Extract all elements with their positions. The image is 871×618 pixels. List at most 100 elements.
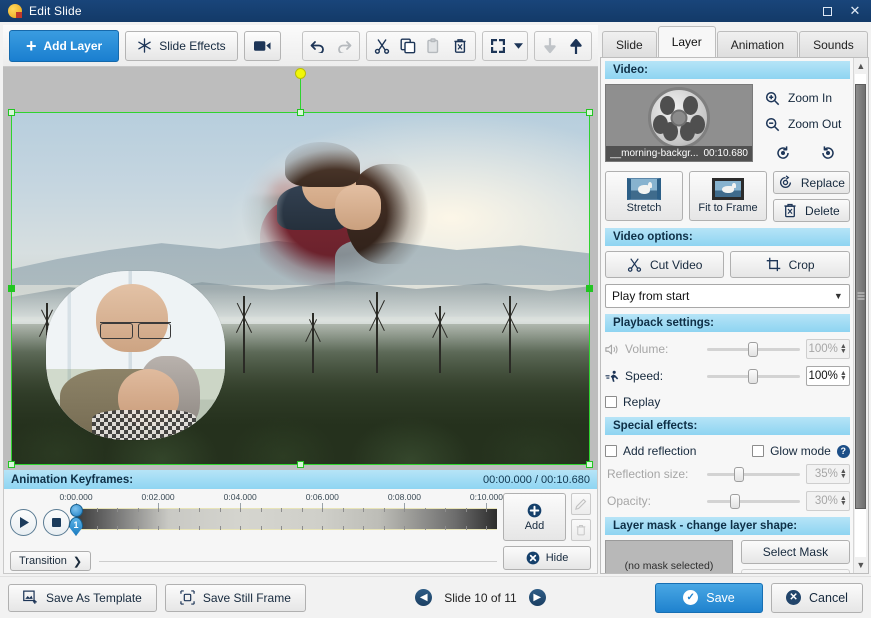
select-mask-label: Select Mask: [762, 545, 829, 559]
previous-slide-button[interactable]: ◀: [415, 589, 433, 606]
crop-button[interactable]: Crop: [730, 251, 850, 278]
opacity-slider[interactable]: [707, 493, 800, 509]
scissors-icon: [627, 257, 642, 272]
volume-value: 100%: [808, 343, 838, 355]
volume-slider[interactable]: [707, 341, 800, 357]
video-options-row: Cut Video Crop: [605, 251, 850, 278]
speed-value: 100%: [808, 370, 838, 382]
opacity-spinner[interactable]: 30% ▲ ▼: [805, 491, 850, 511]
delete-layer-button[interactable]: Delete: [773, 199, 850, 222]
speed-value-spinner[interactable]: 100% ▲ ▼: [805, 366, 850, 386]
rotate-counterclockwise-button[interactable]: [770, 141, 796, 165]
ruler-label: 0:02.000: [141, 492, 175, 502]
fullscreen-button[interactable]: [485, 33, 511, 59]
strip-tick: [137, 508, 139, 512]
keyframes-header: Animation Keyframes: 00:00.000 / 00:10.6…: [4, 470, 597, 489]
fit-buttons-row: Stretch Fit to Frame Replace Delete: [605, 171, 850, 222]
add-reflection-checkbox[interactable]: [605, 445, 617, 457]
mask-preview[interactable]: (no mask selected): [605, 540, 733, 573]
strip-tick: [178, 526, 180, 530]
layer-photo-older-couple[interactable]: [45, 270, 226, 441]
scroll-down-icon[interactable]: ▼: [856, 558, 865, 572]
add-keyframe-label: Add: [524, 519, 545, 532]
play-mode-select[interactable]: Play from start ▼: [605, 284, 850, 308]
strip-tick: [424, 526, 426, 530]
select-mask-button[interactable]: Select Mask: [741, 540, 850, 564]
close-button[interactable]: ✕: [841, 1, 869, 21]
frame-icon: [180, 590, 195, 605]
scroll-up-icon[interactable]: ▲: [856, 59, 865, 73]
strip-tick: [199, 508, 201, 512]
save-still-frame-button[interactable]: Save Still Frame: [164, 583, 306, 612]
paste-button[interactable]: [421, 33, 447, 59]
cut-button[interactable]: [369, 33, 395, 59]
replace-label: Replace: [800, 175, 845, 190]
tab-layer[interactable]: Layer: [657, 26, 716, 57]
fullscreen-dropdown[interactable]: [511, 33, 525, 59]
glow-mode-checkbox[interactable]: [752, 445, 765, 457]
keyframe-marker-label: 1: [73, 520, 79, 530]
replay-checkbox[interactable]: [605, 396, 617, 408]
tab-label: Animation: [730, 37, 785, 52]
scrollbar-thumb[interactable]: [855, 83, 867, 509]
rotation-handle[interactable]: [295, 68, 306, 79]
zoom-in-button[interactable]: Zoom In: [761, 86, 850, 110]
replay-row[interactable]: Replay: [605, 391, 850, 413]
add-layer-button[interactable]: + Add Layer: [9, 29, 120, 62]
tab-animation[interactable]: Animation: [716, 31, 799, 57]
x-circle-icon: ✕: [786, 590, 802, 605]
move-down-button[interactable]: [537, 33, 563, 59]
stop-button[interactable]: [43, 509, 70, 536]
stretch-button[interactable]: Stretch: [605, 171, 683, 221]
undo-button[interactable]: [305, 33, 331, 59]
speed-slider[interactable]: [707, 368, 800, 384]
copy-button[interactable]: [395, 33, 421, 59]
transition-button[interactable]: Transition ❯: [10, 551, 92, 571]
next-slide-button[interactable]: ▶: [528, 589, 546, 606]
cancel-button[interactable]: ✕ Cancel: [771, 582, 863, 613]
delete-button[interactable]: [447, 33, 473, 59]
volume-value-spinner[interactable]: 100% ▲ ▼: [805, 339, 850, 359]
redo-button[interactable]: [331, 33, 357, 59]
keyframes-track-row: 0:00.000 0:02.000 0:04.000 0:06.000 0:08.000…: [10, 492, 503, 547]
reflection-size-spinner[interactable]: 35% ▲ ▼: [805, 464, 850, 484]
tab-sounds[interactable]: Sounds: [799, 31, 868, 57]
panel-scrollbar[interactable]: ▲ ▼: [852, 58, 868, 573]
layer-mask-section-header: Layer mask - change layer shape:: [605, 517, 850, 535]
video-capture-button[interactable]: [243, 30, 281, 61]
help-icon[interactable]: ?: [836, 444, 850, 458]
replay-label: Replay: [623, 395, 661, 409]
tab-label: Layer: [671, 35, 702, 49]
timeline-playhead[interactable]: [69, 504, 83, 517]
zoom-out-button[interactable]: Zoom Out: [761, 112, 850, 136]
scrollbar-track[interactable]: [855, 74, 867, 557]
rotate-clockwise-button[interactable]: [815, 141, 841, 165]
hide-layer-button[interactable]: Hide: [503, 546, 591, 570]
save-as-template-button[interactable]: Save As Template: [8, 583, 157, 612]
tab-slide[interactable]: Slide: [602, 31, 657, 57]
reflection-size-slider[interactable]: [707, 466, 800, 482]
mask-preview-text: (no mask selected): [624, 560, 714, 572]
timeline-filmstrip[interactable]: [76, 508, 497, 530]
clear-mask-button[interactable]: Clear: [741, 569, 850, 573]
timeline-ruler: 0:00.000 0:02.000 0:04.000 0:06.000 0:08.000…: [59, 492, 503, 508]
replace-button[interactable]: Replace: [773, 171, 850, 194]
add-keyframe-button[interactable]: Add: [503, 493, 566, 541]
keyframe-marker[interactable]: 1: [69, 517, 83, 536]
maximize-button[interactable]: [813, 1, 841, 21]
slide-preview-image: [11, 112, 590, 465]
move-up-button[interactable]: [563, 33, 589, 59]
scrollbar-grip: [857, 291, 865, 302]
play-button[interactable]: [10, 509, 37, 536]
cut-video-button[interactable]: Cut Video: [605, 251, 725, 278]
timeline-track-area[interactable]: 0:00.000 0:02.000 0:04.000 0:06.000 0:08.000…: [59, 492, 503, 536]
fit-to-frame-button[interactable]: Fit to Frame: [689, 171, 767, 221]
layer-video-young-couple[interactable]: [231, 126, 440, 300]
delete-keyframe-button[interactable]: [571, 519, 591, 541]
edit-keyframe-button[interactable]: [571, 493, 591, 515]
transition-divider: [99, 560, 497, 562]
slide-canvas[interactable]: [3, 67, 598, 470]
save-button[interactable]: ✓ Save: [655, 582, 763, 613]
video-thumbnail[interactable]: __morning-backgr... 00:10.680: [605, 84, 753, 162]
slide-effects-button[interactable]: Slide Effects: [125, 30, 238, 61]
